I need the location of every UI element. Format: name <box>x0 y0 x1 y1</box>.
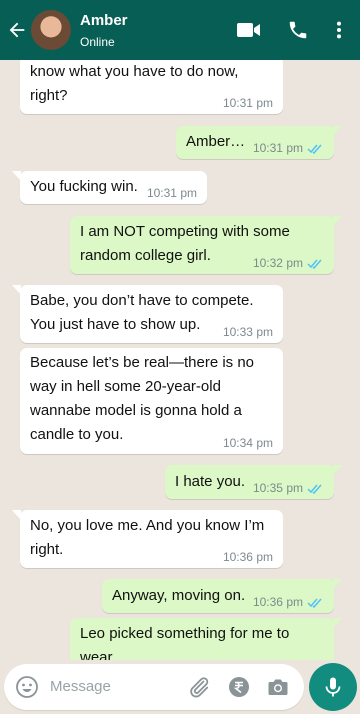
message-outgoing[interactable]: Anyway, moving on. 10:36 pm <box>102 579 342 613</box>
arrow-back-icon[interactable] <box>6 19 28 41</box>
message-outgoing[interactable]: I hate you. 10:35 pm <box>165 465 342 499</box>
message-time: 10:34 pm <box>222 436 273 450</box>
message-time: 10:35 pm <box>252 481 303 495</box>
message-time: 10:36 pm <box>252 595 303 609</box>
message-outgoing[interactable]: I am NOT competing with some random coll… <box>70 216 342 274</box>
mic-button[interactable] <box>309 663 357 711</box>
read-receipt-icon <box>307 259 322 269</box>
chat-header: Amber Online <box>0 0 360 60</box>
mic-icon <box>325 677 341 697</box>
message-text: I hate you. <box>175 473 246 490</box>
message-meta: 10:31 pm <box>253 141 324 155</box>
message-text: You fucking win. <box>30 178 138 195</box>
read-receipt-icon <box>307 144 322 154</box>
message-meta: 10:31 pm <box>223 96 273 110</box>
message-meta: 10:32 pm <box>253 256 324 270</box>
attach-icon[interactable] <box>187 675 211 699</box>
message-time: 10:33 pm <box>222 325 273 339</box>
message-incoming[interactable]: know what you have to do now, right? 10:… <box>20 60 283 114</box>
message-text: Leo picked something for me to wear. <box>80 625 290 660</box>
message-incoming[interactable]: No, you love me. And you know I’m right.… <box>12 510 283 568</box>
emoji-icon[interactable] <box>15 675 39 699</box>
avatar[interactable] <box>31 10 71 50</box>
message-meta: 10:36 pm <box>223 550 273 564</box>
phone-icon[interactable] <box>286 19 310 41</box>
message-composer: Message <box>4 664 304 710</box>
message-meta: 10:33 pm <box>223 325 273 339</box>
contact-status: Online <box>80 35 115 49</box>
message-time: 10:31 pm <box>252 141 303 155</box>
message-time: 10:31 pm <box>222 96 273 110</box>
message-time: 10:32 pm <box>252 256 303 270</box>
message-time: 10:31 pm <box>146 186 197 200</box>
video-call-icon[interactable] <box>236 19 262 41</box>
contact-name[interactable]: Amber <box>80 12 128 29</box>
message-incoming[interactable]: You fucking win. 10:31 pm <box>12 171 207 204</box>
message-input[interactable]: Message <box>50 678 111 695</box>
message-meta: 10:36 pm <box>253 595 324 609</box>
message-list[interactable]: know what you have to do now, right? 10:… <box>0 60 360 660</box>
message-outgoing[interactable]: Leo picked something for me to wear. <box>70 618 342 660</box>
message-meta: 10:34 pm <box>223 436 273 450</box>
message-meta: 10:35 pm <box>253 481 324 495</box>
message-time: 10:36 pm <box>222 550 273 564</box>
read-receipt-icon <box>307 484 322 494</box>
message-outgoing[interactable]: Amber… 10:31 pm <box>176 126 342 159</box>
message-text: Because let’s be real—there is no way in… <box>30 354 255 443</box>
camera-icon[interactable] <box>266 675 290 699</box>
message-text: Amber… <box>186 133 246 150</box>
read-receipt-icon <box>307 598 322 608</box>
message-incoming[interactable]: Babe, you don’t have to compete. You jus… <box>12 285 283 343</box>
more-vert-icon[interactable] <box>330 19 348 41</box>
message-text: Anyway, moving on. <box>112 587 246 604</box>
message-incoming[interactable]: Because let’s be real—there is no way in… <box>20 348 283 454</box>
rupee-payment-icon[interactable] <box>227 675 251 699</box>
message-meta: 10:31 pm <box>147 186 197 200</box>
